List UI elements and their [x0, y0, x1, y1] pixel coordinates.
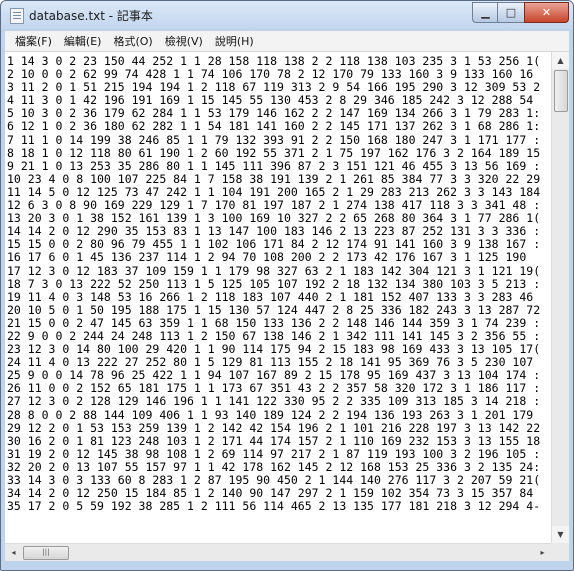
text-line: 25 9 0 0 14 78 96 25 422 1 1 94 107 167 …: [7, 369, 541, 383]
minimize-button[interactable]: ▁: [472, 2, 499, 23]
text-line: 18 7 3 0 13 222 52 250 113 1 5 125 105 1…: [7, 277, 541, 291]
text-line: 9 21 1 0 13 253 35 286 80 1 1 145 111 39…: [7, 159, 541, 173]
text-line: 34 14 2 0 12 250 15 184 85 1 2 140 90 14…: [7, 487, 534, 501]
text-line: 32 20 2 0 13 107 55 157 97 1 1 42 178 16…: [7, 460, 541, 474]
text-line: 27 12 3 0 2 128 129 146 196 1 1 141 122 …: [7, 395, 541, 409]
text-line: 11 14 5 0 12 125 73 47 242 1 1 104 191 2…: [7, 185, 541, 199]
text-line: 17 12 3 0 12 183 37 109 159 1 1 179 98 3…: [7, 264, 541, 278]
text-line: 13 20 3 0 1 38 152 161 139 1 3 100 169 1…: [7, 212, 541, 226]
text-line: 24 11 4 0 13 222 27 252 80 1 5 129 81 11…: [7, 356, 534, 370]
text-line: 2 10 0 0 2 62 99 74 428 1 1 74 106 170 7…: [7, 68, 534, 82]
text-line: 23 12 3 0 14 80 100 29 420 1 1 90 114 17…: [7, 343, 541, 357]
scroll-down-arrow-icon[interactable]: ▼: [552, 526, 569, 543]
close-button[interactable]: ✕: [524, 2, 569, 23]
text-line: 4 11 3 0 1 42 196 191 169 1 15 145 55 13…: [7, 94, 534, 108]
text-line: 3 11 2 0 1 51 215 194 194 1 2 118 67 119…: [7, 81, 541, 95]
text-line: 16 17 6 0 1 45 136 237 114 1 2 94 70 108…: [7, 251, 527, 265]
menu-bar: 檔案(F) 編輯(E) 格式(O) 檢視(V) 說明(H): [5, 31, 569, 52]
text-line: 22 9 0 0 2 244 24 248 113 1 2 150 67 138…: [7, 329, 541, 343]
title-bar[interactable]: database.txt - 記事本 ▁ □ ✕: [1, 1, 573, 29]
menu-edit[interactable]: 編輯(E): [58, 33, 108, 49]
text-line: 20 10 5 0 1 50 195 188 175 1 15 130 57 1…: [7, 303, 541, 317]
scroll-left-arrow-icon[interactable]: ◂: [5, 544, 22, 561]
text-line: 7 11 1 0 14 199 38 246 85 1 1 79 132 393…: [7, 133, 541, 147]
text-line: 33 14 3 0 3 133 60 8 283 1 2 87 195 90 4…: [7, 474, 541, 487]
horizontal-scrollbar[interactable]: ◂ ||| ▸: [5, 543, 551, 561]
menu-format[interactable]: 格式(O): [107, 33, 158, 49]
notepad-window: database.txt - 記事本 ▁ □ ✕ 檔案(F) 編輯(E) 格式(…: [0, 0, 574, 571]
text-line: 8 18 1 0 12 118 80 61 190 1 2 60 192 55 …: [7, 146, 541, 160]
window-title: database.txt - 記事本: [29, 9, 153, 23]
scrollbar-corner: [551, 543, 569, 561]
text-line: 19 11 4 0 3 148 53 16 266 1 2 118 183 10…: [7, 290, 534, 304]
text-editor[interactable]: 1 14 3 0 2 23 150 44 252 1 1 28 158 118 …: [5, 52, 551, 543]
horizontal-scroll-thumb[interactable]: |||: [23, 546, 69, 560]
text-line: 12 6 3 0 8 90 169 229 129 1 7 170 81 197…: [7, 199, 541, 213]
text-line: 30 16 2 0 1 81 123 248 103 1 2 171 44 17…: [7, 434, 541, 448]
menu-view[interactable]: 檢視(V): [159, 33, 209, 49]
text-line: 15 15 0 0 2 80 96 79 455 1 1 102 106 171…: [7, 238, 541, 252]
text-line: 28 8 0 0 2 88 144 109 406 1 1 93 140 189…: [7, 408, 534, 422]
menu-file[interactable]: 檔案(F): [9, 33, 58, 49]
text-line: 26 11 0 0 2 152 65 181 175 1 1 173 67 35…: [7, 382, 541, 396]
text-line: 10 23 4 0 8 100 107 225 84 1 7 158 38 19…: [7, 172, 541, 186]
text-line: 1 14 3 0 2 23 150 44 252 1 1 28 158 118 …: [7, 55, 541, 68]
text-line: 14 14 2 0 12 290 35 153 83 1 13 147 100 …: [7, 225, 541, 239]
text-line: 21 15 0 0 2 47 145 63 359 1 1 68 150 133…: [7, 316, 541, 330]
text-line: 31 19 2 0 12 145 38 98 108 1 2 69 114 97…: [7, 447, 541, 461]
notepad-icon: [10, 8, 24, 24]
text-line: 29 12 2 0 1 53 153 259 139 1 2 142 42 15…: [7, 421, 541, 435]
scroll-right-arrow-icon[interactable]: ▸: [534, 544, 551, 561]
vertical-scroll-thumb[interactable]: [554, 70, 568, 112]
vertical-scrollbar[interactable]: ▲ ▼: [551, 52, 569, 543]
maximize-button[interactable]: □: [497, 2, 525, 23]
text-line: 5 10 3 0 2 36 179 62 284 1 1 53 179 146 …: [7, 107, 541, 121]
text-line: 35 17 2 0 5 59 192 38 285 1 2 111 56 114…: [7, 500, 541, 514]
text-line: 6 12 1 0 2 36 180 62 282 1 1 54 181 141 …: [7, 120, 541, 134]
menu-help[interactable]: 說明(H): [209, 33, 260, 49]
scroll-up-arrow-icon[interactable]: ▲: [552, 52, 569, 69]
text-content: 1 14 3 0 2 23 150 44 252 1 1 28 158 118 …: [5, 52, 551, 513]
